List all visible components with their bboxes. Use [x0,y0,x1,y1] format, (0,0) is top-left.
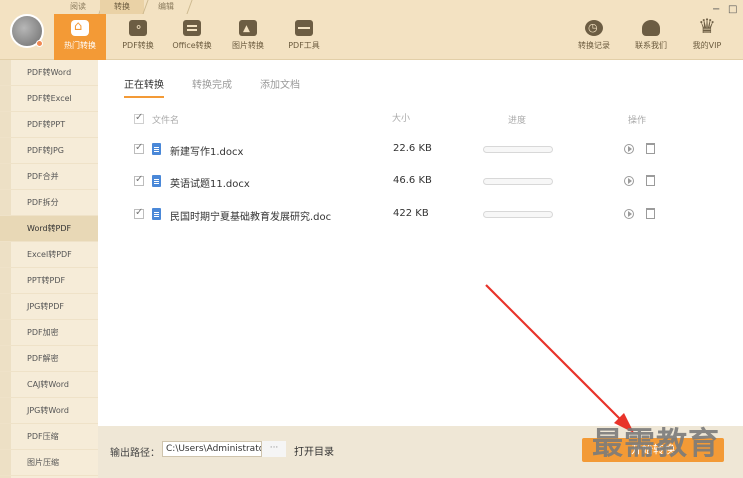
sidebar-item-pdf-decrypt[interactable]: PDF解密 [0,346,98,372]
toolbar-hot-convert[interactable]: 热门转换 [54,14,106,60]
row-checkbox[interactable] [134,174,144,186]
table-header: 文件名 大小 进度 操作 [98,112,743,127]
sidebar-item-jpg-to-pdf[interactable]: JPG转PDF [0,294,98,320]
maximize-button[interactable]: □ [728,4,737,15]
toolbar-label: 我的VIP [692,41,722,50]
play-icon[interactable] [624,176,634,186]
header-filename: 文件名 [152,116,180,126]
header-progress: 进度 [508,116,527,126]
sidebar-item-pdf-to-word[interactable]: PDF转Word [0,60,98,86]
clock-icon [585,20,603,36]
sidebar-item-image-compress[interactable]: 图片压缩 [0,450,98,476]
sidebar-item-pdf-to-jpg[interactable]: PDF转JPG [0,138,98,164]
trash-icon[interactable] [646,143,655,154]
contact-icon [642,20,660,36]
sidebar-item-caj-to-word[interactable]: CAJ转Word [0,372,98,398]
toolbar-label: PDF工具 [288,41,320,50]
sidebar-item-pdf-merge[interactable]: PDF合并 [0,164,98,190]
crown-icon [698,15,716,37]
progress-bar [483,211,553,218]
progress-bar [483,178,553,185]
progress-bar [483,146,553,153]
sidebar-item-pdf-to-ppt[interactable]: PDF转PPT [0,112,98,138]
toolbar-history[interactable]: 转换记录 [568,20,620,56]
toolbar-image-convert[interactable]: 图片转换 [222,20,274,56]
open-directory-link[interactable]: 打开目录 [294,443,334,458]
main-panel: 正在转换 转换完成 添加文档 文件名 大小 进度 操作 新建写作1.docx 2… [98,60,743,426]
sidebar-item-jpg-to-word[interactable]: JPG转Word [0,398,98,424]
output-path-label: 输出路径： [110,448,160,459]
home-icon [71,19,89,36]
pdf-icon [129,20,147,36]
top-tab-edit[interactable]: 编辑 [144,0,188,14]
sidebar-item-pdf-split[interactable]: PDF拆分 [0,190,98,216]
header-size: 大小 [392,114,411,124]
toolbar-label: 联系我们 [635,41,667,50]
sidebar-item-excel-to-pdf[interactable]: Excel转PDF [0,242,98,268]
table-row: 英语试题11.docx 46.6 KB [98,173,743,191]
row-checkbox[interactable] [134,142,144,154]
word-file-icon [152,175,161,187]
play-icon[interactable] [624,144,634,154]
play-icon[interactable] [624,209,634,219]
top-tab-read[interactable]: 阅读 [56,0,100,14]
file-size: 22.6 KB [393,143,432,154]
sidebar-item-pdf-encrypt[interactable]: PDF加密 [0,320,98,346]
sidebar-item-pdf-to-excel[interactable]: PDF转Excel [0,86,98,112]
file-name: 民国时期宁夏基础教育发展研究.doc [170,212,332,223]
toolbar-label: 热门转换 [64,41,96,50]
document-icon [183,20,201,36]
toolbar-label: 图片转换 [232,41,264,50]
file-size: 46.6 KB [393,175,432,186]
status-tabs: 正在转换 转换完成 添加文档 [124,76,328,98]
row-checkbox[interactable] [134,207,144,219]
trash-icon[interactable] [646,208,655,219]
file-name: 新建写作1.docx [170,147,244,158]
watermark: 最需教育 [592,426,720,462]
toolbar-pdf-tools[interactable]: PDF工具 [278,20,330,56]
browse-button[interactable]: ··· [261,441,286,457]
word-file-icon [152,143,161,155]
sidebar-item-pdf-compress[interactable]: PDF压缩 [0,424,98,450]
file-name: 英语试题11.docx [170,179,250,190]
table-row: 民国时期宁夏基础教育发展研究.doc 422 KB [98,206,743,224]
toolbar-office-convert[interactable]: Office转换 [166,20,218,56]
trash-icon[interactable] [646,175,655,186]
avatar-badge [36,40,43,47]
top-tabs: 阅读 转换 编辑 [56,0,188,14]
toolbar-label: PDF转换 [122,41,154,50]
toolbar-vip[interactable]: 我的VIP [681,15,733,56]
toolbar-label: Office转换 [172,41,212,50]
top-tab-convert[interactable]: 转换 [100,0,144,14]
tab-completed[interactable]: 转换完成 [192,76,232,98]
tab-converting[interactable]: 正在转换 [124,76,164,98]
header-actions: 操作 [628,116,647,126]
sidebar-item-word-to-pdf[interactable]: Word转PDF [0,216,98,242]
top-bar: 阅读 转换 编辑 热门转换 PDF转换 Office转换 图片转换 PDF工具 … [0,0,743,60]
sidebar: PDF转Word PDF转Excel PDF转PPT PDF转JPG PDF合并… [0,60,98,478]
tab-add-document[interactable]: 添加文档 [260,76,300,98]
image-icon [239,20,257,37]
toolbox-icon [295,20,313,36]
toolbar-contact[interactable]: 联系我们 [625,20,677,56]
minimize-button[interactable]: − [712,4,720,15]
toolbar-pdf-convert[interactable]: PDF转换 [112,20,164,56]
toolbar-label: 转换记录 [578,41,610,50]
file-size: 422 KB [393,208,429,219]
sidebar-item-ppt-to-pdf[interactable]: PPT转PDF [0,268,98,294]
table-row: 新建写作1.docx 22.6 KB [98,141,743,159]
word-file-icon [152,208,161,220]
select-all-checkbox[interactable] [134,112,144,124]
